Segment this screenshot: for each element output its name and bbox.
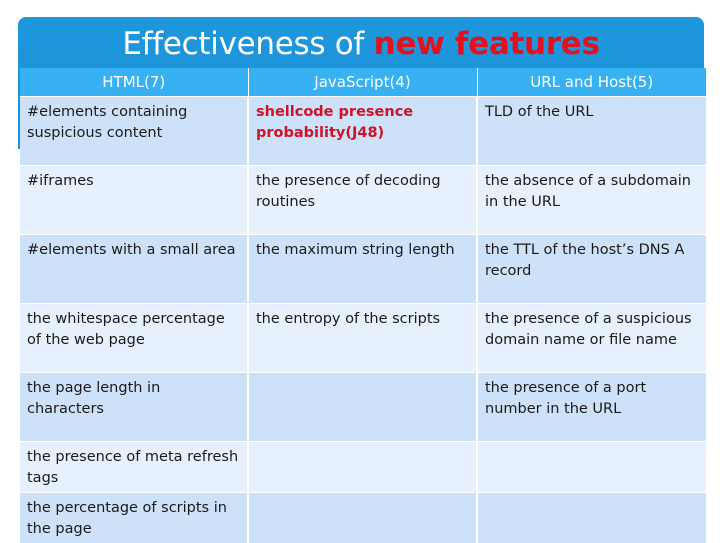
table-row: the percentage of scripts in the page — [20, 493, 706, 543]
cell-url-host — [477, 493, 706, 543]
table-row: #elements with a small area the maximum … — [20, 235, 706, 304]
table-row: the whitespace percentage of the web pag… — [20, 304, 706, 373]
cell-html: #iframes — [20, 166, 248, 235]
cell-javascript-highlighted: shellcode presence probability(J48) — [248, 97, 477, 166]
cell-html: #elements containing suspicious content — [20, 97, 248, 166]
header-html: HTML(7) — [20, 68, 248, 97]
cell-javascript — [248, 442, 477, 493]
slide-title: Effectiveness of new features — [18, 20, 704, 68]
cell-javascript: the maximum string length — [248, 235, 477, 304]
cell-html: the whitespace percentage of the web pag… — [20, 304, 248, 373]
cell-javascript: the entropy of the scripts — [248, 304, 477, 373]
cell-html: the presence of meta refresh tags — [20, 442, 248, 493]
cell-html: the page length in characters — [20, 373, 248, 442]
cell-url-host — [477, 442, 706, 493]
cell-url-host: the presence of a suspicious domain name… — [477, 304, 706, 373]
table-row: #elements containing suspicious content … — [20, 97, 706, 166]
table-row: #iframes the presence of decoding routin… — [20, 166, 706, 235]
cell-url-host: the TTL of the host’s DNS A record — [477, 235, 706, 304]
cell-url-host: TLD of the URL — [477, 97, 706, 166]
cell-html: the percentage of scripts in the page — [20, 493, 248, 543]
cell-javascript — [248, 373, 477, 442]
table-row: the presence of meta refresh tags — [20, 442, 706, 493]
header-url-host: URL and Host(5) — [477, 68, 706, 97]
cell-javascript: the presence of decoding routines — [248, 166, 477, 235]
features-table: HTML(7) JavaScript(4) URL and Host(5) #e… — [20, 68, 706, 543]
header-row: HTML(7) JavaScript(4) URL and Host(5) — [20, 68, 706, 97]
cell-url-host: the presence of a port number in the URL — [477, 373, 706, 442]
cell-url-host: the absence of a subdomain in the URL — [477, 166, 706, 235]
title-prefix: Effectiveness of — [122, 26, 373, 62]
cell-javascript — [248, 493, 477, 543]
header-javascript: JavaScript(4) — [248, 68, 477, 97]
table-row: the page length in characters the presen… — [20, 373, 706, 442]
title-highlight: new features — [374, 26, 600, 62]
cell-html: #elements with a small area — [20, 235, 248, 304]
